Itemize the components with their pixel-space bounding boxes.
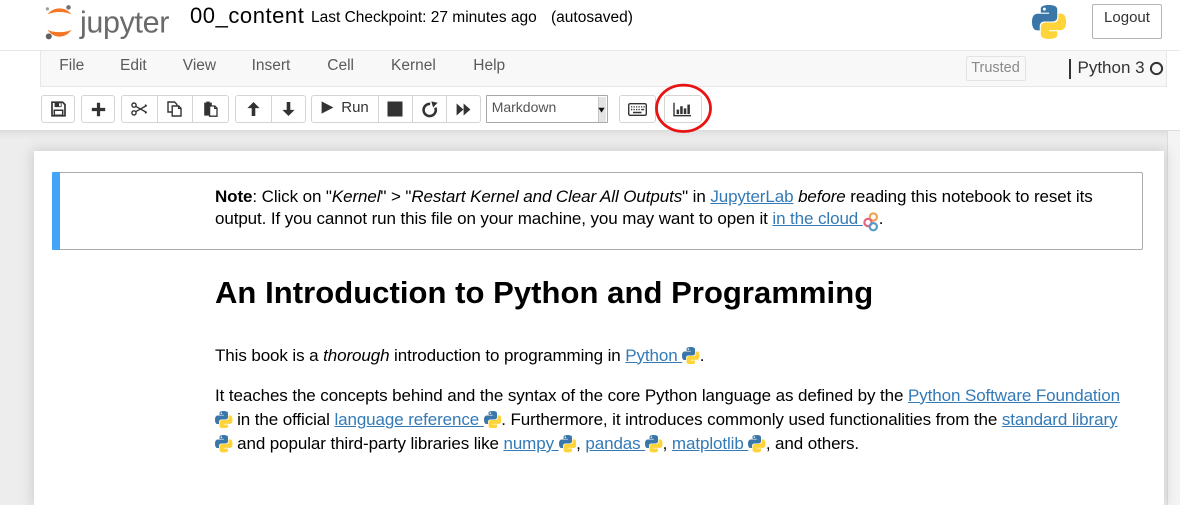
svg-text:jupyter: jupyter (79, 6, 169, 40)
